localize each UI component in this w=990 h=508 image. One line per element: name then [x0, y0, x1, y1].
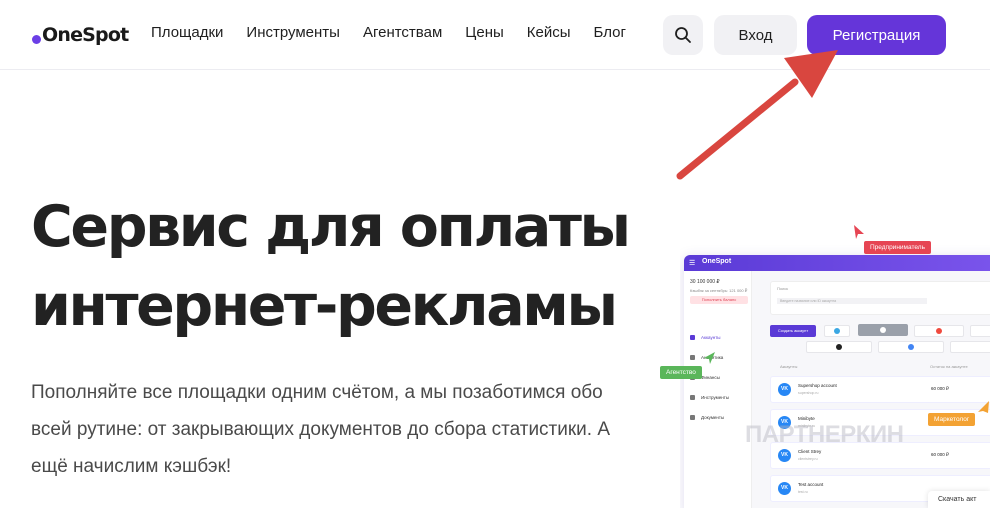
logo-text: OneSpot — [42, 24, 129, 46]
account-name: Test account — [798, 482, 824, 487]
mockup-sidebar: 30 100 000 ₽ Кэшбэк за сентябрь: 121 000… — [684, 271, 752, 508]
more-chip — [950, 341, 990, 353]
mockup-main: Поиск Введите название или ID аккаунта С… — [752, 271, 990, 508]
nav-item-prices[interactable]: Цены — [465, 24, 504, 41]
vk-chip — [858, 324, 908, 336]
tag-entrepreneur: Предприниматель — [864, 241, 931, 254]
account-name: Client Strey — [798, 449, 822, 454]
nav-item-tools[interactable]: Инструменты — [246, 24, 340, 41]
tag-marketer: Маркетолог — [928, 413, 976, 426]
tag-agency: Агентство — [660, 366, 702, 379]
document-icon — [690, 415, 695, 420]
telegram-chip — [824, 325, 850, 337]
telegram-icon — [834, 328, 840, 334]
account-name: Supershop account — [798, 383, 837, 388]
menu-icon: ☰ — [689, 260, 696, 267]
mockup-account-row: VK Supershop account supershop.ru 60 000… — [770, 376, 990, 403]
hero-subtitle: Пополняйте все площадки одним счётом, а … — [31, 382, 611, 477]
home-icon — [690, 335, 695, 340]
account-domain: test.ru — [798, 490, 808, 494]
tiktok-icon — [836, 344, 842, 350]
vk-icon: VK — [778, 482, 791, 495]
mockup-col-accounts: Аккаунты — [780, 364, 798, 369]
google-chip — [878, 341, 944, 353]
nav-item-cases[interactable]: Кейсы — [527, 24, 571, 41]
hero-title-line-1: Сервис для оплаты — [31, 194, 631, 260]
hero-title-line-2: интернет-рекламы — [31, 273, 618, 339]
mockup-create-button: Создать аккаунт — [770, 325, 816, 337]
mockup-col-balance: Остаток на аккаунте — [930, 364, 968, 369]
vk-chip-icon — [880, 327, 886, 333]
mockup-topup-button: Пополнить баланс — [690, 296, 748, 304]
account-balance: 60 000 ₽ — [931, 386, 949, 391]
mockup-window: ☰ OneSpot 30 100 000 ₽ Кэшбэк за сентябр… — [684, 255, 990, 508]
yandex-chip — [914, 325, 964, 337]
tools-icon — [690, 395, 695, 400]
red-arrow-annotation — [676, 50, 838, 180]
dashboard-mockup-image: ☰ OneSpot 30 100 000 ₽ Кэшбэк за сентябр… — [680, 243, 990, 508]
mockup-search-label: Поиск — [777, 286, 789, 291]
google-icon — [908, 344, 914, 350]
chart-icon — [690, 355, 695, 360]
vk-icon: VK — [778, 449, 791, 462]
account-balance: 60 000 ₽ — [931, 452, 949, 457]
onespot-logo[interactable]: OneSpot — [32, 20, 129, 50]
mockup-cashback: Кэшбэк за сентябрь: 121 000 ₽ — [690, 288, 748, 293]
mytarget-chip — [970, 325, 990, 337]
marketer-cursor-icon — [978, 401, 989, 413]
mockup-topbar: ☰ OneSpot — [684, 255, 990, 271]
mockup-brand: OneSpot — [702, 258, 732, 265]
vk-icon: VK — [778, 383, 791, 396]
mockup-menu-accounts: Аккаунты — [690, 335, 721, 340]
main-nav: Площадки Инструменты Агентствам Цены Кей… — [151, 24, 649, 41]
account-domain: clientstrey.ru — [798, 457, 818, 461]
agency-cursor-icon — [704, 352, 715, 364]
entrepreneur-cursor-icon — [854, 225, 864, 239]
logo-dot-icon — [32, 34, 41, 44]
account-domain: supershop.ru — [798, 391, 819, 395]
hero-title: Сервис для оплаты интернет-рекламы — [31, 188, 631, 346]
mockup-menu-tools: Инструменты — [690, 395, 729, 400]
yandex-icon — [936, 328, 942, 334]
tiktok-chip — [806, 341, 872, 353]
mockup-balance: 30 100 000 ₽ — [690, 279, 720, 285]
nav-item-agencies[interactable]: Агентствам — [363, 24, 442, 41]
nav-item-blog[interactable]: Блог — [594, 24, 626, 41]
mockup-search: Поиск Введите название или ID аккаунта — [770, 281, 990, 315]
watermark: ПАРТНЕРКИН — [745, 421, 904, 448]
chat-widget-tab[interactable]: Скачать акт — [928, 491, 990, 508]
mockup-menu-docs: Документы — [690, 415, 724, 420]
mockup-search-field: Введите название или ID аккаунта — [777, 298, 927, 304]
nav-item-platforms[interactable]: Площадки — [151, 24, 223, 41]
